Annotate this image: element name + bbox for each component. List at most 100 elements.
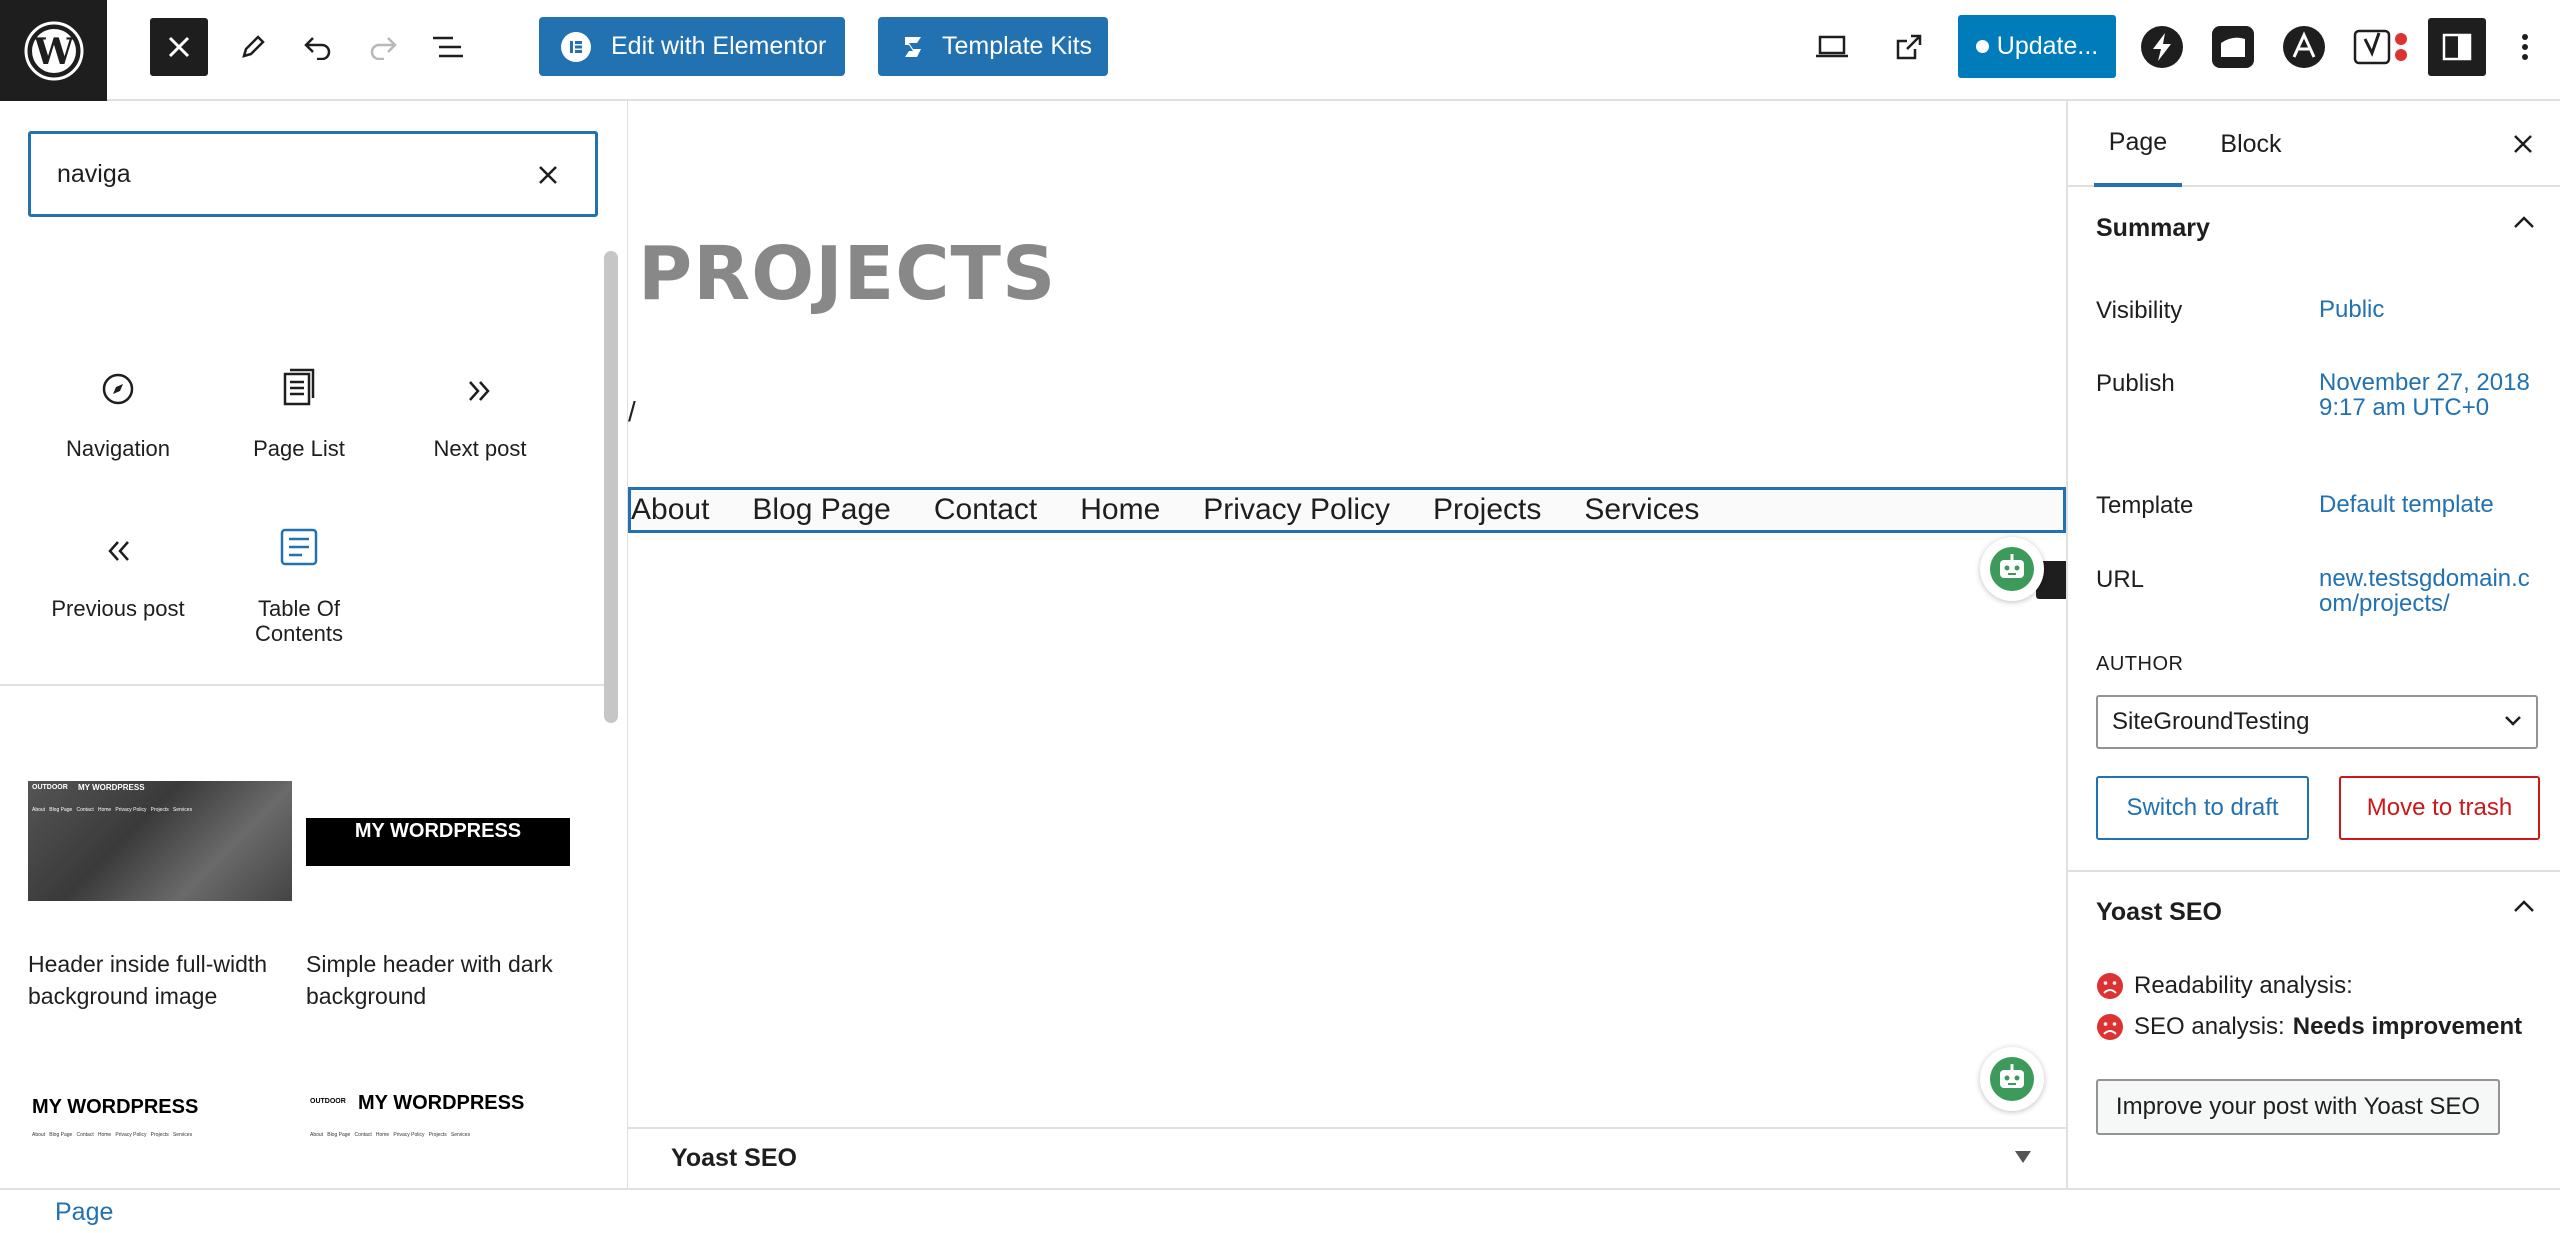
pencil-icon bbox=[242, 35, 265, 58]
breadcrumb-page[interactable]: Page bbox=[55, 1198, 113, 1227]
yoast-meta-box-header[interactable]: Yoast SEO bbox=[628, 1127, 2066, 1188]
redo-button[interactable] bbox=[355, 18, 411, 76]
close-block-inserter-button[interactable] bbox=[150, 18, 208, 76]
editor-toolbar: W Edit with Elementor Template Kits Upda… bbox=[0, 0, 2560, 101]
block-page-list[interactable]: Page List bbox=[214, 346, 384, 461]
summary-panel-toggle[interactable]: Summary bbox=[2096, 208, 2536, 248]
move-to-trash-button[interactable]: Move to trash bbox=[2339, 776, 2540, 840]
block-label: Page List bbox=[253, 436, 345, 461]
speed-optimizer-button[interactable] bbox=[2139, 24, 2185, 70]
page-title-heading[interactable]: PROJECTS bbox=[638, 231, 1056, 317]
block-search-input[interactable] bbox=[57, 159, 497, 189]
nav-link-services[interactable]: Services bbox=[1584, 495, 1699, 525]
block-label: Navigation bbox=[66, 436, 170, 461]
sidebar-tabs: Page Block bbox=[2068, 101, 2560, 187]
close-sidebar-button[interactable] bbox=[2506, 127, 2540, 161]
lightning-icon bbox=[2141, 26, 2183, 68]
close-icon bbox=[168, 36, 190, 58]
tools-button[interactable] bbox=[225, 18, 281, 76]
update-button[interactable]: Update... bbox=[1958, 15, 2116, 78]
document-overview-button[interactable] bbox=[420, 18, 476, 76]
list-view-icon bbox=[433, 36, 463, 58]
pattern-brand: OUTDOOR bbox=[310, 1098, 346, 1105]
nav-link-blog-page[interactable]: Blog Page bbox=[752, 495, 890, 525]
author-selected-value: SiteGroundTesting bbox=[2112, 708, 2310, 735]
editor-canvas: PROJECTS / About Blog Page Contact Home … bbox=[628, 101, 2066, 1188]
plugin-box-icon bbox=[2212, 26, 2254, 68]
nav-link-contact[interactable]: Contact bbox=[934, 495, 1037, 525]
block-table-of-contents[interactable]: Table Of Contents bbox=[214, 506, 384, 646]
wordpress-logo-button[interactable]: W bbox=[0, 0, 107, 101]
sad-face-icon bbox=[2097, 1014, 2123, 1040]
pattern-preview: OUTDOOR MY WORDPRESS About Blog Page Con… bbox=[28, 756, 292, 936]
block-label: Next post bbox=[433, 436, 527, 461]
block-previous-post[interactable]: Previous post bbox=[33, 506, 203, 621]
visibility-label: Visibility bbox=[2096, 297, 2183, 324]
clear-search-button[interactable] bbox=[531, 158, 565, 192]
pattern-simple-dark-header[interactable]: MY WORDPRESS Simple header with dark bac… bbox=[306, 756, 570, 1012]
table-of-contents-icon bbox=[280, 528, 318, 566]
view-button[interactable] bbox=[1803, 18, 1861, 76]
pattern-header-with-logo[interactable]: OUTDOOR MY WORDPRESS About Blog Page Con… bbox=[306, 1046, 570, 1188]
url-value[interactable]: new.testsgdomain.com/projects/ bbox=[2319, 566, 2534, 616]
page-list-icon bbox=[283, 368, 315, 406]
settings-sidebar: Page Block Summary Visibility Public Pub… bbox=[2066, 101, 2560, 1188]
ai-assistant-button[interactable] bbox=[1980, 1047, 2044, 1111]
view-page-button[interactable] bbox=[1880, 18, 1938, 76]
seo-analysis-label: SEO analysis: bbox=[2134, 1013, 2285, 1040]
author-select[interactable]: SiteGroundTesting bbox=[2096, 695, 2538, 749]
pattern-header-with-tagline[interactable]: MY WORDPRESS About Blog Page Contact Hom… bbox=[28, 1046, 292, 1188]
sidebar-divider bbox=[2068, 870, 2560, 872]
pattern-label: Header inside full-width background imag… bbox=[28, 951, 268, 1009]
block-label: Table Of Contents bbox=[254, 596, 344, 646]
close-icon bbox=[539, 166, 557, 184]
close-icon bbox=[2514, 135, 2532, 153]
nav-link-home[interactable]: Home bbox=[1080, 495, 1160, 525]
pattern-title: MY WORDPRESS bbox=[78, 783, 145, 792]
svg-text:W: W bbox=[32, 31, 74, 73]
template-value[interactable]: Default template bbox=[2319, 492, 2534, 517]
ai-assistant-button[interactable] bbox=[1980, 537, 2044, 601]
undo-button[interactable] bbox=[290, 18, 346, 76]
sad-face-icon bbox=[2097, 973, 2123, 999]
astra-button[interactable] bbox=[2281, 24, 2327, 70]
nav-link-projects[interactable]: Projects bbox=[1433, 495, 1541, 525]
author-label: AUTHOR bbox=[2096, 653, 2184, 675]
pattern-preview: MY WORDPRESS bbox=[306, 756, 570, 936]
readability-label: Readability analysis: bbox=[2134, 972, 2353, 999]
sidebar-icon bbox=[2442, 33, 2472, 61]
publish-date-value[interactable]: November 27, 2018 9:17 am UTC+0 bbox=[2319, 370, 2534, 420]
settings-sidebar-button[interactable] bbox=[2428, 18, 2486, 76]
block-next-post[interactable]: Next post bbox=[395, 346, 565, 461]
chevron-up-icon bbox=[2514, 216, 2534, 228]
nav-link-privacy-policy[interactable]: Privacy Policy bbox=[1203, 495, 1390, 525]
pattern-preview: MY WORDPRESS About Blog Page Contact Hom… bbox=[28, 1046, 292, 1188]
tab-page[interactable]: Page bbox=[2094, 101, 2182, 187]
plugin-tool-button[interactable] bbox=[2210, 24, 2256, 70]
yoast-panel-title: Yoast SEO bbox=[2096, 897, 2222, 926]
template-kits-button[interactable]: Template Kits bbox=[878, 17, 1108, 76]
external-link-icon bbox=[1896, 34, 1922, 60]
pattern-header-full-width-image[interactable]: OUTDOOR MY WORDPRESS About Blog Page Con… bbox=[28, 756, 292, 1012]
yoast-seo-button[interactable] bbox=[2352, 24, 2412, 70]
block-search-box bbox=[28, 131, 598, 217]
inserter-scrollbar[interactable] bbox=[604, 251, 618, 723]
edit-with-elementor-button[interactable]: Edit with Elementor bbox=[539, 17, 845, 76]
tab-block[interactable]: Block bbox=[2208, 101, 2294, 187]
yoast-panel-toggle[interactable]: Yoast SEO bbox=[2096, 892, 2536, 932]
block-navigation[interactable]: Navigation bbox=[33, 346, 203, 461]
yoast-icon bbox=[2353, 29, 2407, 65]
seo-analysis: SEO analysis: Needs improvement bbox=[2096, 1013, 2522, 1041]
options-button[interactable] bbox=[2500, 18, 2550, 76]
block-inserter-panel: Navigation Page List Next post Previous … bbox=[0, 101, 628, 1188]
publish-label: Publish bbox=[2096, 370, 2175, 397]
summary-title: Summary bbox=[2096, 213, 2210, 242]
block-label: Previous post bbox=[51, 596, 185, 621]
visibility-value[interactable]: Public bbox=[2319, 297, 2534, 322]
compass-icon bbox=[102, 373, 134, 405]
nav-link-about[interactable]: About bbox=[631, 495, 709, 525]
switch-to-draft-button[interactable]: Switch to draft bbox=[2096, 776, 2309, 840]
navigation-block[interactable]: About Blog Page Contact Home Privacy Pol… bbox=[628, 487, 2066, 533]
robot-icon bbox=[1990, 547, 2034, 591]
improve-with-yoast-button[interactable]: Improve your post with Yoast SEO bbox=[2096, 1079, 2500, 1135]
